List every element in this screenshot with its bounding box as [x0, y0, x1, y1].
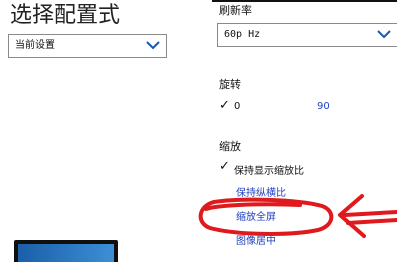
- annotation-overlay: [198, 194, 397, 238]
- annotation-circle: [198, 197, 334, 236]
- annotation-arrow: [338, 194, 397, 238]
